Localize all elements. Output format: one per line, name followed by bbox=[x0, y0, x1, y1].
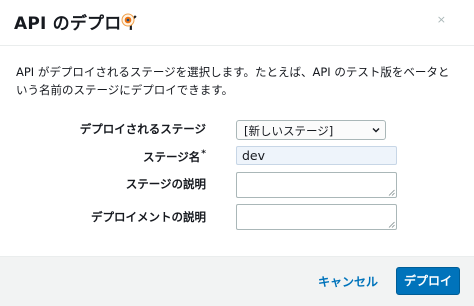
dialog-footer: キャンセル デプロイ bbox=[0, 256, 474, 306]
deployment-description-textarea[interactable] bbox=[236, 204, 397, 230]
stage-select-label: デプロイされるステージ bbox=[79, 122, 206, 136]
stage-description-textarea[interactable] bbox=[236, 172, 397, 198]
dialog-description: API がデプロイされるステージを選択します。たとえば、API のテスト版をベー… bbox=[16, 65, 450, 97]
cancel-button[interactable]: キャンセル bbox=[318, 273, 378, 290]
dialog-title: API のデプロイ bbox=[14, 14, 139, 34]
dialog-header: API のデプロイ × bbox=[0, 0, 474, 46]
resize-grip-icon[interactable] bbox=[388, 221, 395, 228]
deploy-button[interactable]: デプロイ bbox=[396, 267, 460, 295]
close-icon[interactable]: × bbox=[437, 14, 446, 26]
chevron-down-icon bbox=[372, 128, 380, 133]
info-circle-icon[interactable] bbox=[121, 13, 135, 27]
stage-select[interactable]: [新しいステージ] bbox=[236, 120, 386, 140]
deploy-api-dialog: API のデプロイ × API がデプロイされるステージを選択します。たとえば、… bbox=[0, 0, 474, 306]
stage-name-label: ステージ名* bbox=[143, 149, 206, 165]
required-mark: * bbox=[201, 149, 206, 159]
deployment-description-label: デプロイメントの説明 bbox=[91, 210, 206, 224]
stage-name-label-text: ステージ名 bbox=[143, 150, 201, 164]
stage-description-label: ステージの説明 bbox=[125, 177, 206, 191]
stage-select-value: [新しいステージ] bbox=[244, 124, 334, 138]
stage-name-input[interactable]: dev bbox=[236, 146, 397, 165]
resize-grip-icon[interactable] bbox=[388, 189, 395, 196]
